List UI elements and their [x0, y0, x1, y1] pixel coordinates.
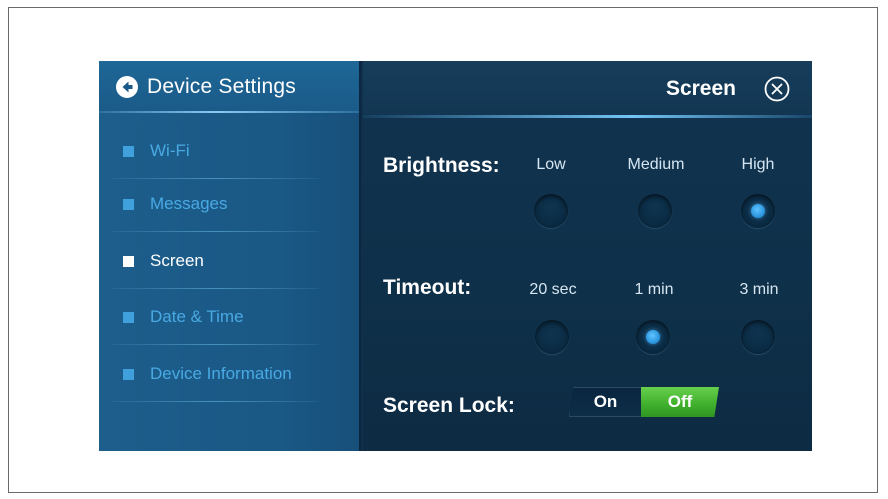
sidebar-item-label: Date & Time [150, 307, 244, 326]
sidebar-item-messages[interactable]: Messages [99, 176, 359, 232]
sidebar-item-label: Messages [150, 194, 228, 213]
timeout-option-1min-label: 1 min [634, 281, 674, 298]
square-bullet-icon [123, 145, 134, 157]
sidebar: Device Settings Wi-Fi Messages Screen Da… [99, 61, 361, 451]
sidebar-item-device-information[interactable]: Device Information [99, 346, 359, 402]
sidebar-item-date-time[interactable]: Date & Time [99, 289, 359, 345]
sidebar-title: Device Settings [147, 75, 296, 98]
toggle-on-option[interactable]: On [569, 387, 641, 417]
square-bullet-icon [123, 198, 134, 210]
sidebar-item-screen[interactable]: Screen [99, 233, 359, 289]
brightness-label: Brightness: [383, 154, 500, 177]
screen-lock-label: Screen Lock: [383, 394, 515, 417]
timeout-label: Timeout: [383, 276, 472, 299]
screen-lock-toggle[interactable]: On Off [569, 386, 725, 418]
page-title: Screen [665, 77, 736, 100]
device-settings-panel: Device Settings Wi-Fi Messages Screen Da… [99, 61, 812, 451]
timeout-option-3min-label: 3 min [739, 281, 779, 298]
brightness-option-high-label: High [741, 156, 775, 173]
brightness-high-radio[interactable] [741, 194, 775, 228]
sidebar-item-label: Wi-Fi [150, 141, 190, 160]
timeout-option-20sec-label: 20 sec [529, 281, 577, 298]
brightness-option-medium-label: Medium [627, 156, 685, 173]
back-arrow-icon [116, 76, 138, 98]
timeout-20sec-radio[interactable] [535, 320, 569, 354]
brightness-low-radio[interactable] [534, 194, 568, 228]
brightness-medium-radio[interactable] [638, 194, 672, 228]
square-bullet-icon [123, 368, 134, 380]
sidebar-header: Device Settings [99, 61, 359, 113]
screen-settings-panel: Screen Brightness: Low Medium High Timeo… [363, 61, 812, 451]
sidebar-item-label: Screen [150, 251, 204, 270]
toggle-off-option[interactable]: Off [641, 387, 719, 417]
timeout-3min-radio[interactable] [741, 320, 775, 354]
square-bullet-icon [123, 255, 134, 267]
close-icon[interactable] [764, 76, 790, 102]
square-bullet-icon [123, 311, 134, 323]
brightness-option-low-label: Low [536, 156, 566, 173]
back-button[interactable]: Device Settings [115, 75, 296, 99]
sidebar-item-wifi[interactable]: Wi-Fi [99, 123, 359, 179]
panel-header: Screen [363, 61, 812, 118]
timeout-1min-radio[interactable] [636, 320, 670, 354]
sidebar-item-label: Device Information [150, 364, 292, 383]
